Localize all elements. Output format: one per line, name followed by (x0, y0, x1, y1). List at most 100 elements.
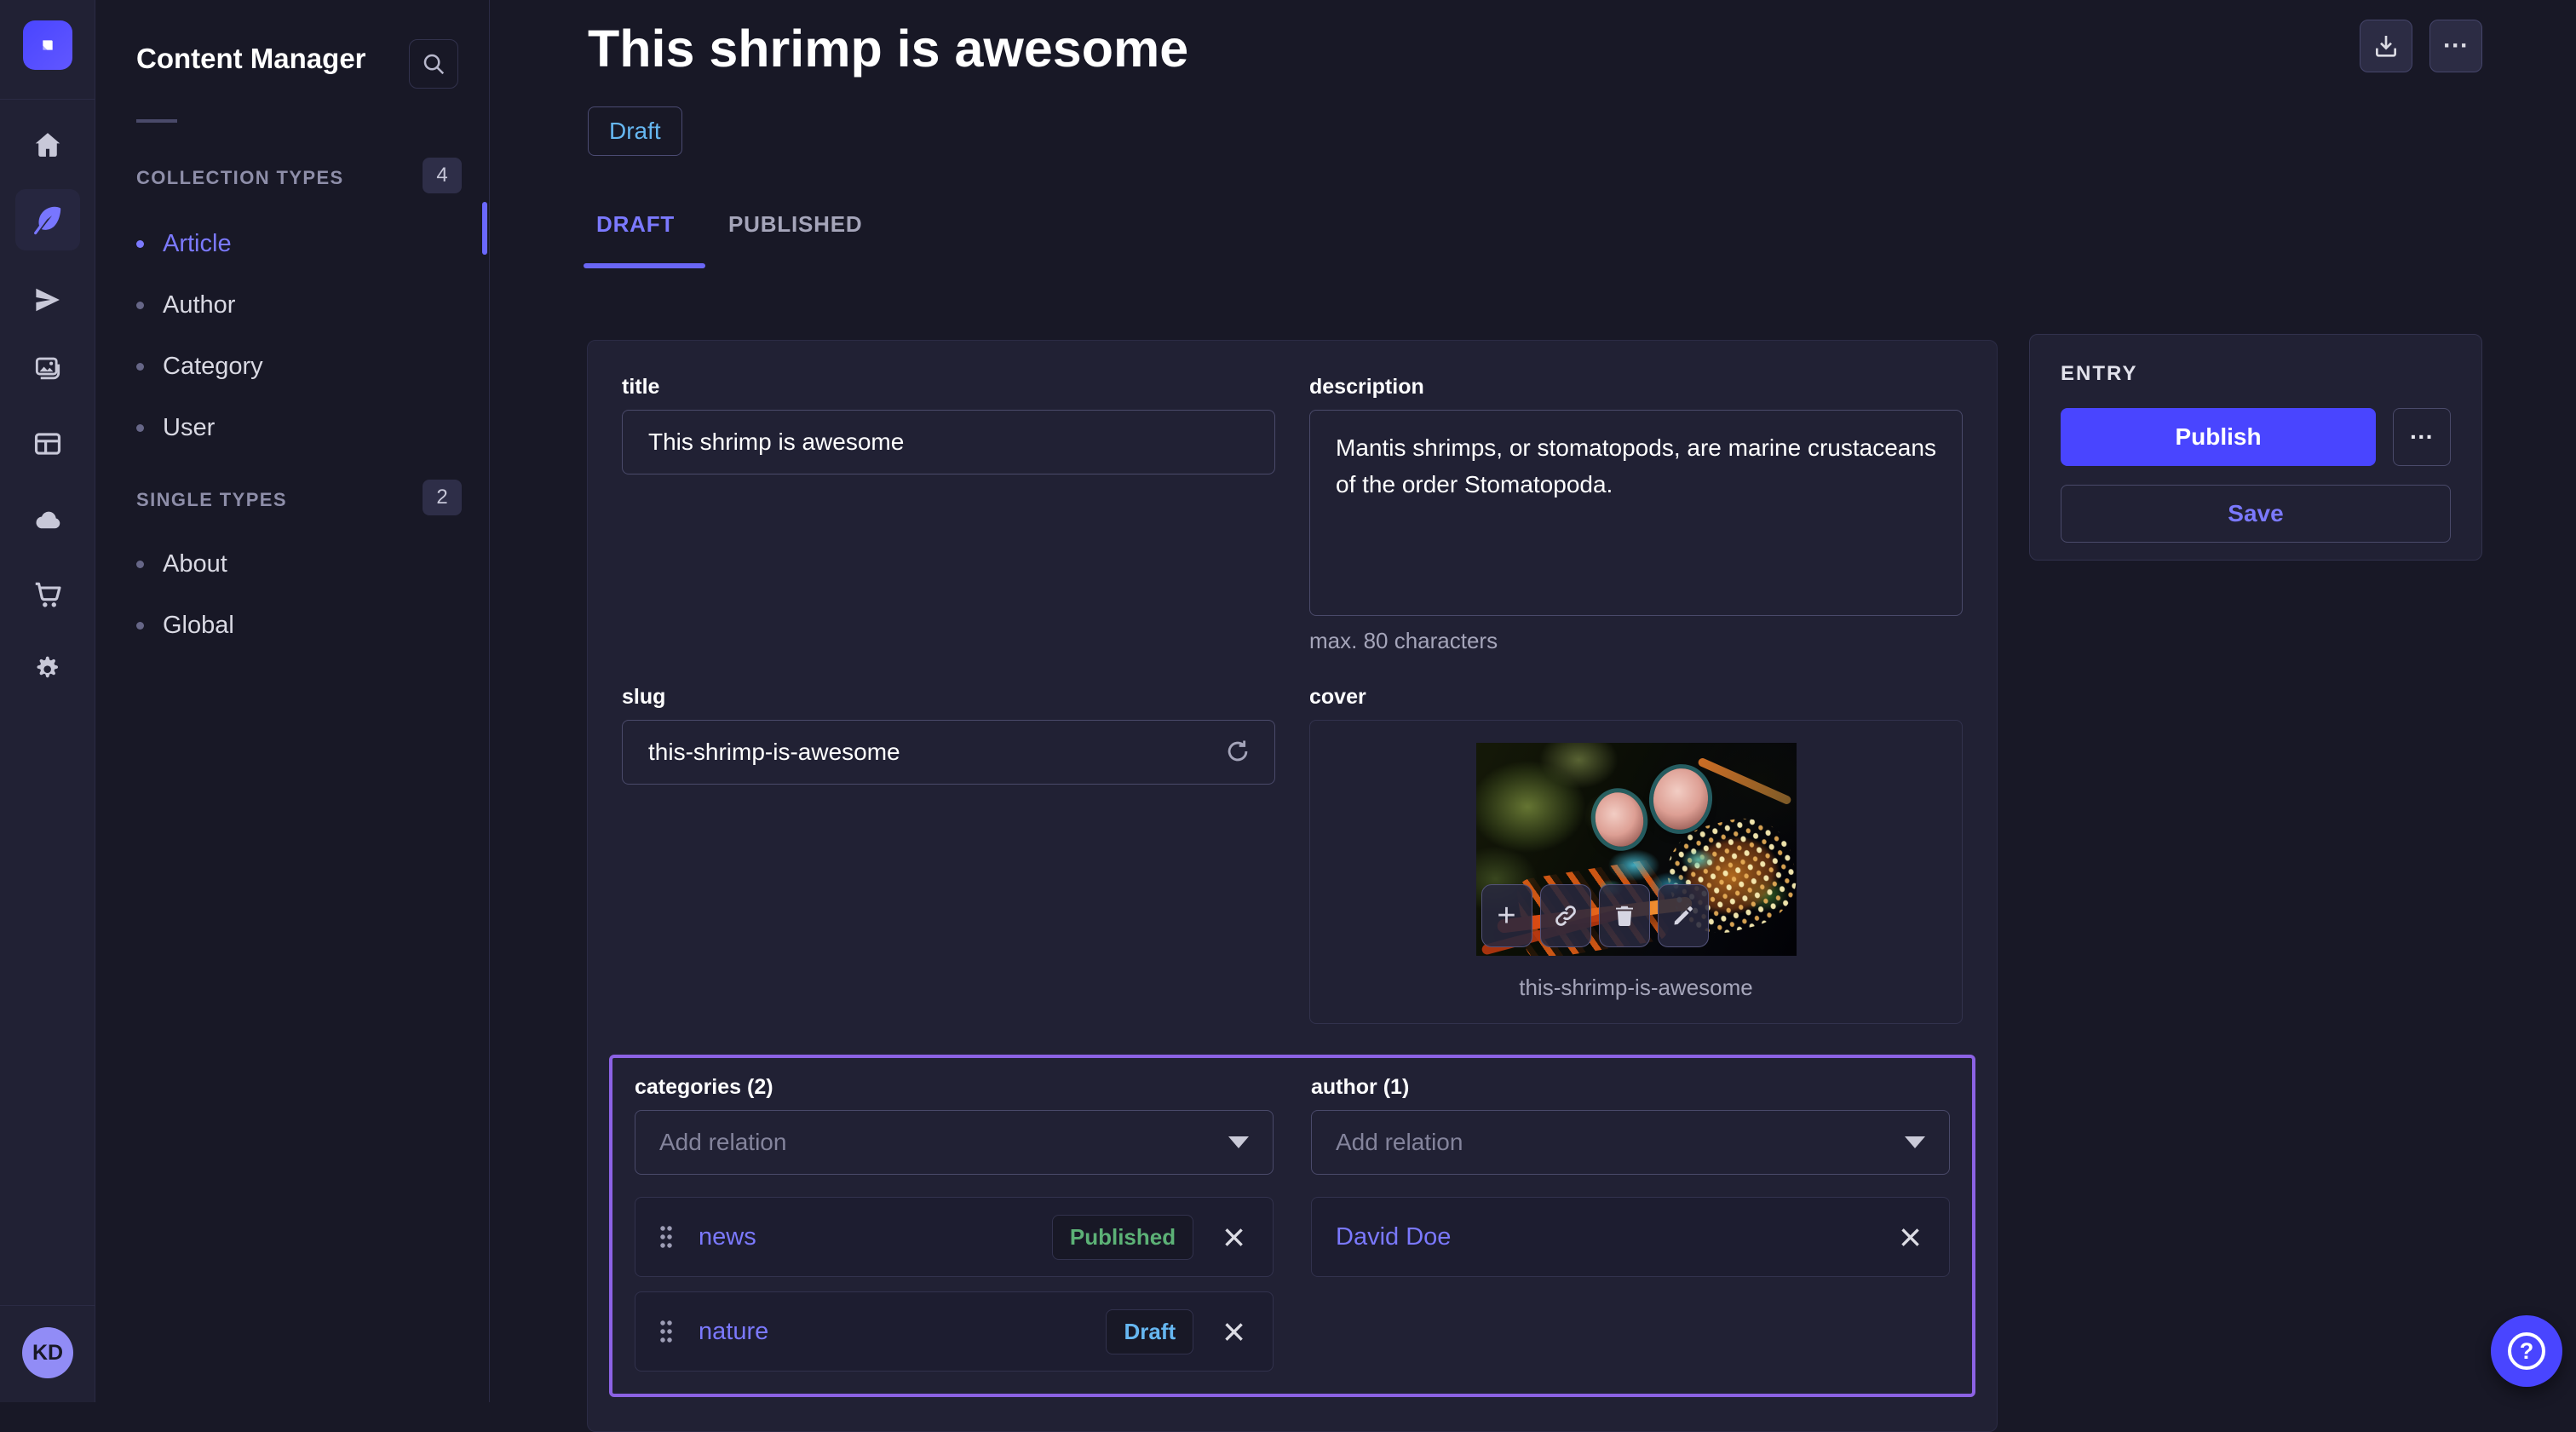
bullet-icon (136, 622, 144, 630)
author-placeholder: Add relation (1336, 1129, 1463, 1156)
cart-icon[interactable] (31, 578, 65, 612)
close-icon[interactable]: × (1219, 1316, 1249, 1348)
bullet-icon (136, 302, 144, 309)
drag-handle-icon[interactable] (659, 1224, 673, 1250)
link-icon (1553, 903, 1578, 929)
sidebar-item-about[interactable]: About (136, 548, 227, 580)
publish-button[interactable]: Publish (2061, 408, 2376, 466)
sidebar-item-category[interactable]: Category (136, 350, 263, 382)
user-avatar[interactable]: KD (22, 1327, 73, 1378)
delete-media-button[interactable] (1599, 884, 1650, 947)
more-icon: ··· (2443, 32, 2469, 60)
relation-link-david-doe[interactable]: David Doe (1336, 1223, 1870, 1251)
title-input[interactable] (622, 410, 1275, 474)
cover-label: cover (1309, 685, 1963, 710)
header-actions: ··· (2360, 20, 2482, 72)
entry-panel-label: ENTRY (2061, 362, 2451, 386)
download-button[interactable] (2360, 20, 2412, 72)
sidebar-item-label: About (163, 550, 227, 578)
author-field: author (1) Add relation David Doe × (1311, 1075, 1950, 1372)
help-button[interactable]: ? (2491, 1315, 2562, 1387)
bullet-icon (136, 561, 144, 568)
gear-icon[interactable] (31, 653, 65, 687)
question-icon: ? (2508, 1332, 2545, 1370)
home-icon[interactable] (31, 128, 65, 162)
bullet-icon (136, 240, 144, 248)
avatar-initials: KD (32, 1341, 63, 1366)
tab-draft[interactable]: DRAFT (596, 211, 675, 238)
add-media-button[interactable]: + (1481, 884, 1532, 947)
tab-published[interactable]: PUBLISHED (728, 211, 862, 238)
relation-item-nature[interactable]: nature Draft × (635, 1291, 1274, 1372)
active-tab-underline (584, 263, 705, 268)
bullet-icon (136, 424, 144, 432)
search-icon (421, 51, 446, 77)
description-label: description (1309, 375, 1963, 400)
status-badge: Draft (588, 106, 682, 156)
section-label-collection-types: COLLECTION TYPES (136, 167, 344, 189)
more-button[interactable]: ··· (2429, 20, 2482, 72)
title-field: title (622, 375, 1275, 474)
cover-image: + (1476, 743, 1797, 956)
copy-link-button[interactable] (1540, 884, 1591, 947)
slug-label: slug (622, 685, 1275, 710)
relation-item-david-doe[interactable]: David Doe × (1311, 1197, 1950, 1277)
close-icon[interactable]: × (1895, 1222, 1925, 1253)
author-add-relation-select[interactable]: Add relation (1311, 1110, 1950, 1175)
page-title: This shrimp is awesome (588, 19, 1188, 78)
description-hint: max. 80 characters (1309, 628, 1963, 654)
drag-handle-icon[interactable] (659, 1319, 673, 1344)
save-button[interactable]: Save (2061, 485, 2451, 543)
sidebar-item-label: Article (163, 230, 232, 258)
regenerate-slug-button[interactable] (1221, 735, 1255, 769)
download-icon (2372, 32, 2400, 60)
entry-more-button[interactable]: ··· (2393, 408, 2451, 466)
title-label: title (622, 375, 1275, 400)
cover-box: + (1309, 720, 1963, 1024)
edit-media-button[interactable] (1658, 884, 1709, 947)
pencil-icon (1670, 903, 1696, 929)
status-badge-published: Published (1052, 1215, 1193, 1260)
status-badge-draft: Draft (1106, 1309, 1193, 1354)
content-manager-subnav: Content Manager COLLECTION TYPES 4 Artic… (95, 0, 490, 1402)
plus-icon: + (1497, 898, 1515, 935)
relation-link-news[interactable]: news (699, 1223, 1026, 1251)
sidebar-item-author[interactable]: Author (136, 289, 235, 321)
chevron-down-icon (1905, 1136, 1925, 1148)
sidebar-item-user[interactable]: User (136, 411, 215, 444)
media-library-icon[interactable] (31, 353, 65, 387)
description-field: description Mantis shrimps, or stomatopo… (1309, 375, 1963, 654)
layout-icon[interactable] (31, 427, 65, 461)
paper-plane-icon[interactable] (31, 283, 65, 317)
main-content: This shrimp is awesome ··· Draft DRAFT P… (490, 0, 2576, 1402)
subnav-scrollbar[interactable] (482, 202, 487, 255)
relations-highlight-box: categories (2) Add relation news Publish… (609, 1055, 1975, 1397)
trash-icon (1612, 903, 1637, 929)
icon-rail: KD (0, 0, 95, 1402)
single-types-count-badge: 2 (423, 480, 462, 515)
content-manager-feather-icon[interactable] (15, 189, 80, 250)
subnav-divider-dash (136, 119, 177, 123)
bullet-icon (136, 363, 144, 371)
categories-field: categories (2) Add relation news Publish… (635, 1075, 1274, 1372)
description-textarea[interactable]: Mantis shrimps, or stomatopods, are mari… (1309, 410, 1963, 616)
sidebar-item-article[interactable]: Article (136, 227, 232, 260)
chevron-down-icon (1228, 1136, 1249, 1148)
search-button[interactable] (409, 39, 458, 89)
refresh-icon (1223, 737, 1252, 766)
sidebar-item-label: Global (163, 612, 234, 640)
rail-bottom-divider (0, 1305, 95, 1306)
close-icon[interactable]: × (1219, 1222, 1249, 1253)
sidebar-item-label: User (163, 414, 215, 442)
relation-link-nature[interactable]: nature (699, 1318, 1080, 1346)
cloud-icon[interactable] (31, 503, 65, 537)
cover-field: cover + (1309, 685, 1963, 1024)
relation-item-news[interactable]: news Published × (635, 1197, 1274, 1277)
cover-actions: + (1481, 884, 1709, 947)
section-label-single-types: SINGLE TYPES (136, 489, 287, 511)
author-label: author (1) (1311, 1075, 1950, 1100)
strapi-logo-glyph (33, 31, 62, 60)
categories-add-relation-select[interactable]: Add relation (635, 1110, 1274, 1175)
slug-input[interactable] (622, 720, 1275, 785)
sidebar-item-global[interactable]: Global (136, 609, 234, 641)
